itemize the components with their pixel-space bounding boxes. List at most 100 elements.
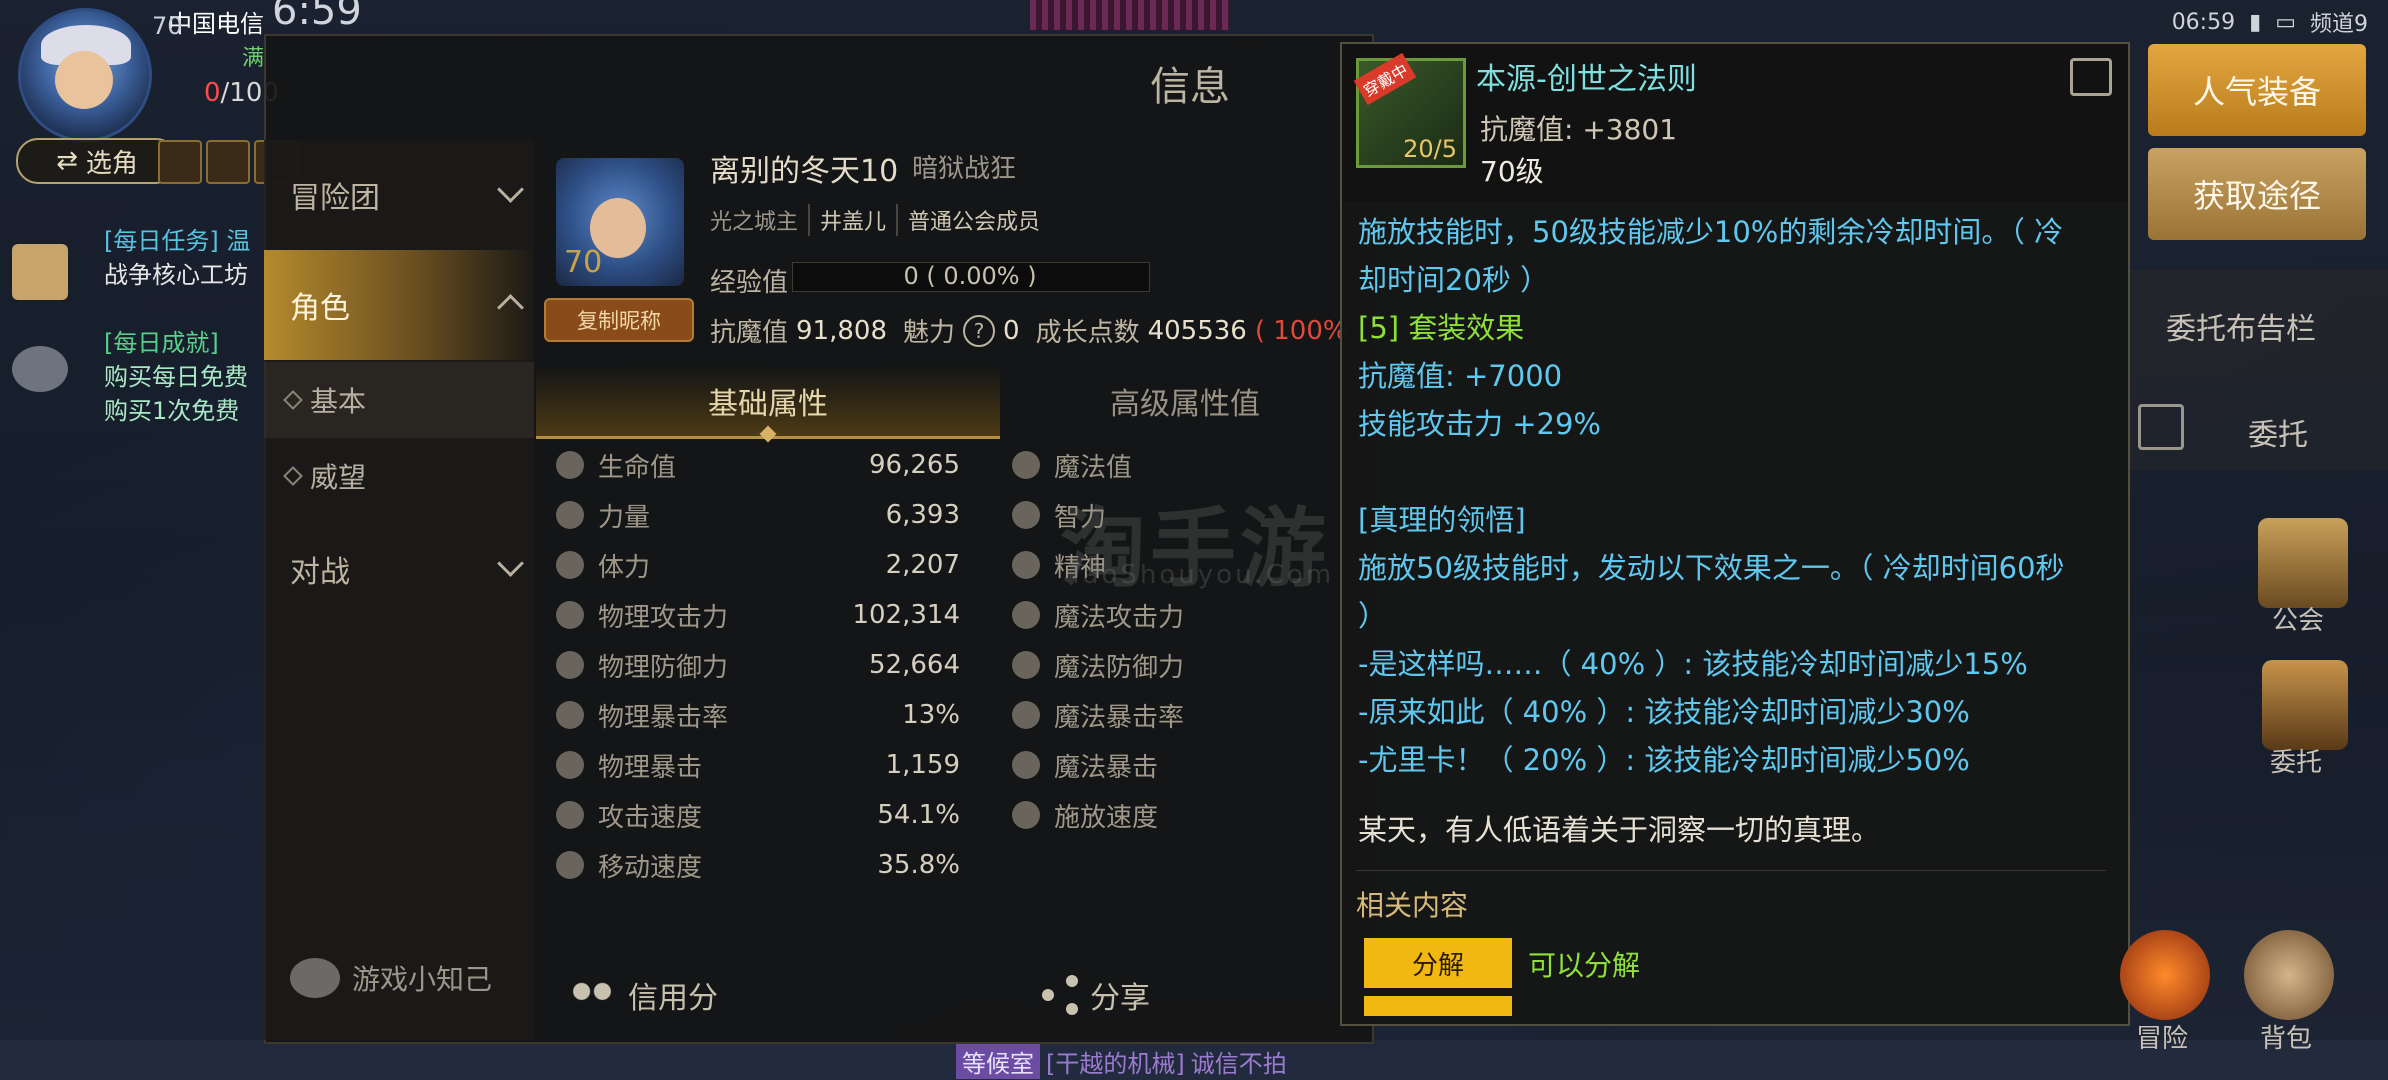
status-right: 06:59 ▮ ▭ 87 频道9 bbox=[2172, 6, 2368, 38]
entrust-icon[interactable] bbox=[2262, 660, 2348, 750]
help-icon[interactable]: ? bbox=[963, 314, 996, 347]
attr-label: 魔法暴击率 bbox=[1054, 702, 1185, 733]
item-stat: 抗魔值: +3801 bbox=[1480, 113, 1678, 146]
buff-icon[interactable] bbox=[206, 140, 250, 184]
charm-value: 0 bbox=[1003, 315, 1020, 346]
tooltip-line: 施放50级技能时，发动以下效果之一。（ 冷却时间60秒 bbox=[1358, 551, 2065, 585]
sidebar-item-label: 威望 bbox=[310, 461, 367, 494]
attr-cast-speed: 施放速度 bbox=[992, 790, 1352, 840]
spirit-icon bbox=[1012, 551, 1040, 579]
guild-label: 公会 bbox=[2272, 606, 2325, 636]
attr-label: 物理暴击率 bbox=[598, 702, 729, 733]
popular-equipment-button[interactable]: 人气装备 bbox=[2148, 44, 2366, 136]
character-name: 离别的冬天10 bbox=[710, 154, 899, 189]
sidebar-item-basic[interactable]: 基本 bbox=[264, 362, 534, 438]
sidebar-item-prestige[interactable]: 威望 bbox=[264, 438, 534, 514]
panel-bottom-bar: 信用分 分享 bbox=[536, 950, 1370, 1040]
attr-label: 移动速度 bbox=[598, 852, 703, 883]
attr-value: 96,265 bbox=[869, 450, 960, 480]
diamond-icon bbox=[283, 390, 303, 410]
sidebar-item-battle[interactable]: 对战 bbox=[264, 514, 534, 624]
character-class: 暗狱战狂 bbox=[912, 154, 1017, 184]
brain-icon bbox=[1012, 501, 1040, 529]
attr-phys-def: 物理防御力 52,664 bbox=[536, 640, 972, 690]
item-name: 本源-创世之法则 bbox=[1476, 62, 1697, 97]
attr-phys-crit-rate: 物理暴击率 13% bbox=[536, 690, 972, 740]
share-label: 分享 bbox=[1090, 981, 1150, 1016]
adventure-icon[interactable] bbox=[2120, 930, 2210, 1020]
attr-label: 体力 bbox=[598, 552, 651, 583]
sidebar-item-label: 角色 bbox=[290, 291, 350, 326]
character-tags: 光之城主 井盖儿 普通公会成员 bbox=[710, 204, 1050, 236]
attr-value: 6,393 bbox=[885, 500, 960, 530]
equipped-badge: 穿戴中 bbox=[1353, 52, 1417, 106]
decompose-button[interactable]: 分解 bbox=[1364, 938, 1512, 988]
copy-name-button[interactable]: 复制昵称 bbox=[544, 298, 694, 342]
attr-value: 54.1% bbox=[877, 800, 960, 830]
bg-decoration bbox=[1030, 0, 1230, 30]
channel-label: 频道9 bbox=[2310, 12, 2368, 37]
clock: 6:59 bbox=[272, 0, 362, 34]
swap-icon: ⇄ bbox=[56, 146, 78, 176]
chat-tag: 等候室 bbox=[956, 1044, 1040, 1079]
attr-label: 施放速度 bbox=[1054, 802, 1159, 833]
obtain-path-button[interactable]: 获取途径 bbox=[2148, 148, 2366, 240]
attr-phys-crit: 物理暴击 1,159 bbox=[536, 740, 972, 790]
hero-avatar[interactable] bbox=[18, 8, 152, 142]
tooltip-line: ） bbox=[1358, 599, 1388, 633]
diamond-icon bbox=[283, 466, 303, 486]
orb-icon bbox=[1012, 651, 1040, 679]
tooltip-line: 抗魔值: +7000 bbox=[1358, 359, 1563, 393]
export-icon[interactable] bbox=[2070, 58, 2112, 96]
credit-button[interactable]: 信用分 bbox=[566, 973, 718, 1017]
hero-level: 70 bbox=[152, 12, 183, 40]
heart-icon bbox=[556, 451, 584, 479]
bag-label: 背包 bbox=[2260, 1024, 2313, 1054]
attribute-tabs: 基础属性 高级属性值 bbox=[536, 366, 1370, 439]
share-icon bbox=[1040, 975, 1080, 1015]
attr-phys-atk: 物理攻击力 102,314 bbox=[536, 590, 972, 640]
chat-line[interactable]: 等候室 [干越的机械] 诚信不拍 bbox=[956, 1044, 1287, 1079]
calendar-icon bbox=[2138, 404, 2184, 450]
game-tips-label: 游戏小知己 bbox=[352, 963, 493, 996]
tooltip-line: 技能攻击力 +29% bbox=[1358, 407, 1601, 441]
bag-icon[interactable] bbox=[2244, 930, 2334, 1020]
battery-icon: ▭ bbox=[2275, 9, 2296, 35]
item-count: 20/5 bbox=[1403, 135, 1457, 163]
item-level: 70级 bbox=[1480, 155, 1544, 188]
decompose-status: 可以分解 bbox=[1528, 949, 1641, 982]
character-avatar: 70 bbox=[556, 158, 684, 286]
guild-icon[interactable] bbox=[2258, 518, 2348, 608]
anti-magic-label: 抗魔值 bbox=[710, 318, 789, 348]
sidebar: 冒险团 角色 基本 威望 对战 bbox=[264, 140, 534, 1040]
game-tips-button[interactable]: 游戏小知己 bbox=[290, 958, 492, 998]
attr-label: 力量 bbox=[598, 502, 651, 533]
hand-icon bbox=[1012, 801, 1040, 829]
tab-advanced-attributes[interactable]: 高级属性值 bbox=[1000, 366, 1370, 436]
fatigue-current: 0 bbox=[204, 78, 221, 108]
anti-magic-value: 91,808 bbox=[796, 315, 887, 346]
sidebar-item-character[interactable]: 角色 bbox=[264, 250, 534, 360]
share-button[interactable]: 分享 bbox=[1040, 973, 1150, 1017]
swift-sword-icon bbox=[556, 801, 584, 829]
boot-icon bbox=[556, 851, 584, 879]
signal-icon: ▮ bbox=[2249, 9, 2262, 35]
sword-icon bbox=[556, 601, 584, 629]
growth-label: 成长点数 bbox=[1035, 318, 1140, 348]
sidebar-item-adventure-group[interactable]: 冒险团 bbox=[264, 140, 534, 250]
crosshair-icon bbox=[556, 701, 584, 729]
chat-text: 诚信不拍 bbox=[1190, 1050, 1287, 1078]
attr-value: 1,159 bbox=[885, 750, 960, 780]
second-action-button[interactable] bbox=[1364, 996, 1512, 1016]
select-role-button[interactable]: ⇄ 选角 bbox=[16, 138, 178, 184]
tooltip-line: 却时间20秒 ） bbox=[1358, 263, 1550, 297]
buff-icon[interactable] bbox=[158, 140, 202, 184]
attr-vitality: 体力 2,207 bbox=[536, 540, 972, 590]
attr-value: 2,207 bbox=[885, 550, 960, 580]
attr-value: 52,664 bbox=[869, 650, 960, 680]
board-label: 委托布告栏 bbox=[2166, 312, 2316, 347]
people-icon bbox=[566, 977, 618, 1013]
tag-title: 光之城主 bbox=[710, 204, 811, 236]
adventure-label: 冒险 bbox=[2136, 1024, 2189, 1054]
attr-value: 102,314 bbox=[852, 600, 960, 630]
